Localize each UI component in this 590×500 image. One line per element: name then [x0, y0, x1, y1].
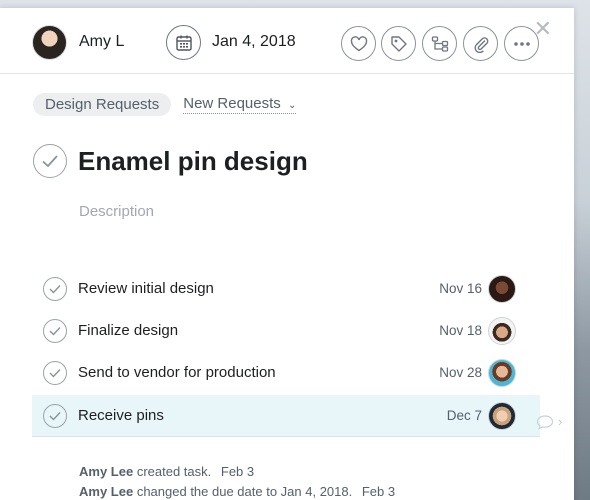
- activity-item: Amy Lee created task. Feb 3: [79, 464, 254, 479]
- tag-icon: [390, 35, 407, 52]
- subtask-due-date[interactable]: Nov 16: [439, 281, 482, 296]
- more-icon: [513, 41, 530, 46]
- section-label: New Requests: [183, 94, 281, 112]
- close-icon[interactable]: ✕: [534, 18, 552, 40]
- subtask-due-date[interactable]: Nov 28: [439, 365, 482, 380]
- paperclip-icon: [473, 36, 488, 53]
- check-icon: [49, 369, 61, 378]
- subtask-complete-button[interactable]: [43, 319, 67, 343]
- attach-button[interactable]: [463, 26, 498, 61]
- activity-action: changed the due date to Jan 4, 2018.: [136, 484, 353, 499]
- avatar[interactable]: [488, 317, 516, 345]
- due-date-button[interactable]: [166, 25, 201, 60]
- activity-user[interactable]: Amy Lee: [79, 464, 133, 479]
- avatar[interactable]: [488, 359, 516, 387]
- subtask-row[interactable]: Finalize design Nov 18: [32, 310, 540, 352]
- project-section-row: Design Requests New Requests ⌄: [33, 92, 297, 116]
- subtask-icon: [431, 35, 448, 52]
- subtask-complete-button[interactable]: [43, 361, 67, 385]
- subtasks-button[interactable]: [422, 26, 457, 61]
- subtask-name[interactable]: Review initial design: [78, 280, 214, 297]
- assignee-avatar[interactable]: [32, 25, 67, 60]
- subtask-row[interactable]: Send to vendor for production Nov 28: [32, 352, 540, 394]
- tags-button[interactable]: [381, 26, 416, 61]
- chevron-right-icon[interactable]: ›: [558, 414, 562, 429]
- like-button[interactable]: [341, 26, 376, 61]
- project-pill[interactable]: Design Requests: [33, 92, 172, 116]
- subtask-complete-button[interactable]: [43, 277, 67, 301]
- assignee-name[interactable]: Amy L: [79, 33, 124, 51]
- avatar[interactable]: [488, 402, 516, 430]
- calendar-icon: [175, 35, 192, 51]
- avatar[interactable]: [488, 275, 516, 303]
- activity-user[interactable]: Amy Lee: [79, 484, 133, 499]
- activity-item: Amy Lee changed the due date to Jan 4, 2…: [79, 484, 395, 499]
- subtask-name[interactable]: Receive pins: [78, 407, 164, 424]
- activity-time: Feb 3: [361, 484, 396, 499]
- subtask-row[interactable]: Receive pins Dec 7: [32, 395, 540, 437]
- subtask-name[interactable]: Finalize design: [78, 322, 178, 339]
- check-icon: [49, 285, 61, 294]
- subtask-complete-button[interactable]: [43, 404, 67, 428]
- task-title[interactable]: Enamel pin design: [78, 146, 308, 177]
- complete-task-button[interactable]: [33, 144, 67, 178]
- check-icon: [49, 327, 61, 336]
- due-date[interactable]: Jan 4, 2018: [212, 33, 296, 51]
- check-icon: [49, 412, 61, 421]
- section-dropdown[interactable]: New Requests ⌄: [183, 94, 297, 114]
- heart-icon: [350, 35, 367, 51]
- description-field[interactable]: Description: [79, 203, 154, 220]
- subtask-name[interactable]: Send to vendor for production: [78, 364, 276, 381]
- subtask-due-date[interactable]: Nov 18: [439, 323, 482, 338]
- subtask-row[interactable]: Review initial design Nov 16: [32, 268, 540, 310]
- chevron-down-icon: ⌄: [287, 99, 297, 111]
- comment-icon[interactable]: [536, 414, 554, 430]
- subtask-due-date[interactable]: Dec 7: [447, 408, 482, 423]
- check-icon: [42, 155, 58, 168]
- activity-time: Feb 3: [220, 464, 255, 479]
- activity-action: created task.: [136, 464, 212, 479]
- task-detail-pane: Amy L Jan 4, 2018 ✕ Design Requests New …: [0, 8, 574, 500]
- task-header: Amy L Jan 4, 2018: [0, 8, 574, 74]
